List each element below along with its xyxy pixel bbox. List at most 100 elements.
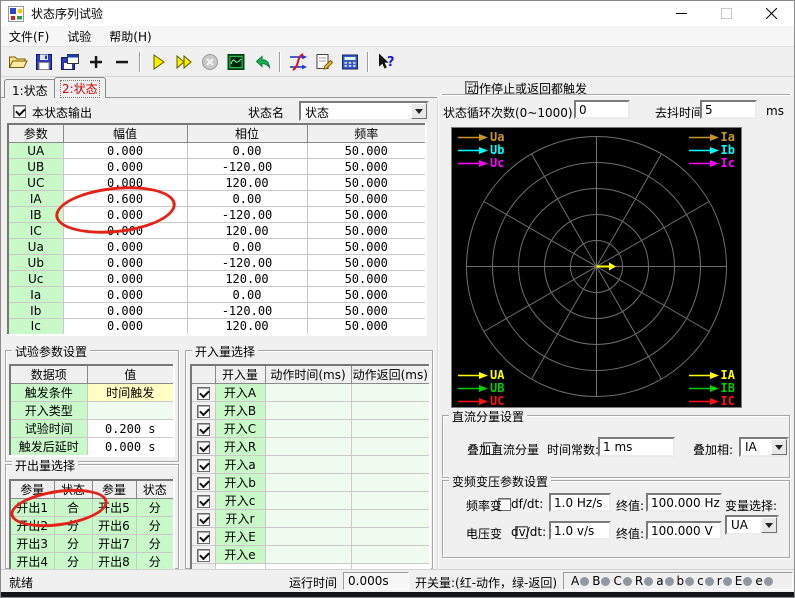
param-cell: IA (8, 191, 63, 207)
input-checkbox[interactable] (197, 513, 210, 526)
fast-forward-button[interactable] (171, 49, 197, 75)
context-help-button[interactable]: ? (373, 49, 399, 75)
output-state[interactable]: 合 (54, 499, 92, 517)
menu-file[interactable]: 文件(F) (1, 26, 59, 47)
add-state-button[interactable] (83, 49, 109, 75)
calculator-button[interactable] (337, 49, 363, 75)
value-cell[interactable]: 120.00 (187, 319, 307, 335)
combo-dropdown-button[interactable] (411, 103, 427, 119)
value-cell[interactable]: 0.000 (63, 271, 187, 287)
tab-state-2[interactable]: 2:状态 (54, 77, 106, 98)
dc-tc-input[interactable]: 1 ms (598, 437, 675, 457)
save-button[interactable] (31, 49, 57, 75)
maximize-button[interactable] (704, 1, 749, 26)
input-checkbox[interactable] (197, 477, 210, 490)
input-checkbox[interactable] (197, 423, 210, 436)
value-cell[interactable]: 0.00 (187, 287, 307, 303)
value-cell[interactable]: 120.00 (187, 175, 307, 191)
table-row: 开出2分开出6分 (10, 517, 174, 535)
output-select-table: 参量 状态 参量 状态 开出1合开出5分 开出2分开出6分 开出3分开出7分 开… (9, 479, 175, 572)
dfdt-input[interactable]: 1.0 Hz/s (549, 493, 611, 512)
value-cell[interactable]: 120.00 (187, 223, 307, 239)
state-output-checkbox[interactable] (13, 105, 26, 118)
output-state[interactable]: 分 (54, 535, 92, 553)
value-cell[interactable]: -120.00 (187, 159, 307, 175)
output-state[interactable]: 分 (136, 535, 174, 553)
input-checkbox[interactable] (197, 531, 210, 544)
vector-graph-button[interactable] (285, 49, 311, 75)
input-checkbox[interactable] (197, 549, 210, 562)
input-checkbox[interactable] (197, 405, 210, 418)
dc-phase-combobox[interactable]: IA (739, 437, 789, 457)
save-report-button[interactable] (57, 49, 83, 75)
value-cell[interactable]: 50.000 (307, 271, 426, 287)
value-cell[interactable]: 50.000 (307, 175, 426, 191)
value-cell[interactable]: 50.000 (307, 207, 426, 223)
value-cell[interactable]: 50.000 (307, 319, 426, 335)
value-cell[interactable]: 50.000 (307, 239, 426, 255)
combo-dropdown-button[interactable] (771, 439, 787, 455)
value-cell[interactable]: 0.000 (63, 143, 187, 159)
value-cell[interactable]: 0.000 s (87, 438, 174, 457)
value-cell[interactable]: 0.000 (63, 303, 187, 319)
value-cell[interactable]: 0.000 (63, 239, 187, 255)
value-cell[interactable]: 50.000 (307, 191, 426, 207)
minimize-button[interactable] (659, 1, 704, 26)
value-cell[interactable]: 0.000 (63, 255, 187, 271)
stop-button[interactable] (197, 49, 223, 75)
input-checkbox[interactable] (197, 387, 210, 400)
value-cell[interactable]: 50.000 (307, 303, 426, 319)
value-cell[interactable]: 0.00 (187, 239, 307, 255)
var-select-combobox[interactable]: UA (725, 515, 779, 535)
table-row: Ua0.0000.0050.000 (8, 239, 426, 255)
undo-button[interactable] (249, 49, 275, 75)
value-cell[interactable]: 50.000 (307, 159, 426, 175)
value-cell[interactable]: 0.000 (63, 223, 187, 239)
value-cell[interactable]: 50.000 (307, 255, 426, 271)
value-cell[interactable]: 0.000 (63, 175, 187, 191)
value-cell[interactable]: 0.000 (63, 287, 187, 303)
dvdt-input[interactable]: 1.0 v/s (549, 521, 611, 540)
combo-dropdown-button[interactable] (761, 517, 777, 533)
value-cell[interactable]: 0.000 (63, 159, 187, 175)
indicator-dot (601, 577, 610, 586)
remove-state-button[interactable] (109, 49, 135, 75)
value-cell[interactable] (87, 402, 174, 420)
loop-count-input[interactable]: 0 (574, 100, 630, 119)
tab-state-1[interactable]: 1:状态 (4, 79, 56, 98)
open-button[interactable] (5, 49, 31, 75)
state-name-combobox[interactable]: 状态 (299, 101, 429, 121)
indicator-label: E (735, 574, 743, 588)
value-cell[interactable]: -120.00 (187, 207, 307, 223)
value-cell[interactable]: -120.00 (187, 255, 307, 271)
value-cell[interactable]: 50.000 (307, 143, 426, 159)
value-cell[interactable]: 120.00 (187, 271, 307, 287)
debounce-input[interactable]: 5 (700, 100, 757, 119)
value-cell[interactable]: 50.000 (307, 223, 426, 239)
value-cell[interactable]: 0.000 (63, 207, 187, 223)
output-state[interactable]: 分 (136, 499, 174, 517)
report-edit-button[interactable] (311, 49, 337, 75)
menu-help[interactable]: 帮助(H) (101, 26, 161, 47)
value-cell[interactable]: 0.00 (187, 143, 307, 159)
value-cell[interactable]: 0.600 (63, 191, 187, 207)
close-button[interactable] (749, 1, 794, 26)
freq-end-input[interactable]: 100.000 Hz (646, 493, 722, 512)
value-cell[interactable]: 0.200 s (87, 420, 174, 438)
value-cell[interactable]: 0.00 (187, 191, 307, 207)
input-checkbox[interactable] (197, 441, 210, 454)
toolbar-separator (367, 52, 369, 72)
input-checkbox[interactable] (197, 495, 210, 508)
menu-test[interactable]: 试验 (59, 26, 101, 47)
start-button[interactable] (145, 49, 171, 75)
value-cell[interactable]: 0.000 (63, 319, 187, 335)
value-cell[interactable]: 时间触发 (87, 384, 174, 402)
input-name: 开入B (215, 402, 265, 420)
value-cell[interactable]: -120.00 (187, 303, 307, 319)
input-checkbox[interactable] (197, 459, 210, 472)
output-state[interactable]: 分 (54, 517, 92, 535)
waveform-display-button[interactable] (223, 49, 249, 75)
volt-end-input[interactable]: 100.000 V (646, 521, 722, 540)
output-state[interactable]: 分 (136, 517, 174, 535)
value-cell[interactable]: 50.000 (307, 287, 426, 303)
